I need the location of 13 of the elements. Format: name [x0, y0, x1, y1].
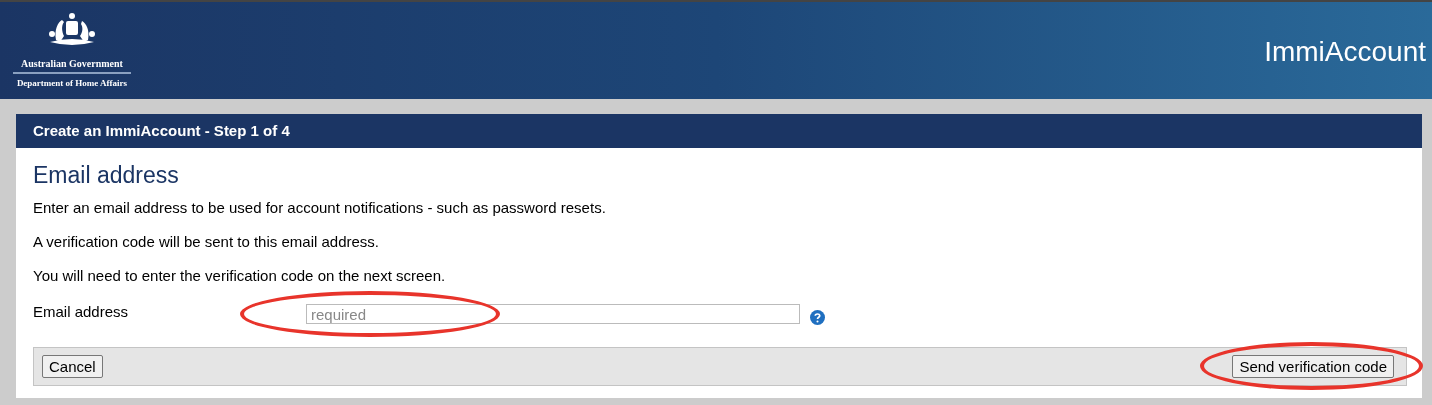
send-code-button[interactable]: Send verification code — [1232, 355, 1394, 378]
agency-name: Australian Government — [13, 58, 131, 74]
instruction-text: A verification code will be sent to this email address. — [33, 233, 380, 250]
app-title: ImmiAccount — [1264, 36, 1426, 68]
instruction-text: You will need to enter the verification code on the next screen. — [33, 267, 447, 284]
department-name: Department of Home Affairs — [16, 78, 128, 88]
section-heading: Email address — [33, 162, 180, 189]
instruction-text: Enter an email address to be used for account notifications - such as password resets. — [33, 199, 607, 216]
help-icon[interactable] — [810, 309, 825, 325]
panel-title: Create an ImmiAccount - Step 1 of 4 — [33, 122, 290, 139]
field-label: Email address — [33, 302, 130, 320]
cancel-button[interactable]: Cancel — [42, 355, 103, 378]
email-input-field[interactable]: required — [306, 304, 800, 324]
